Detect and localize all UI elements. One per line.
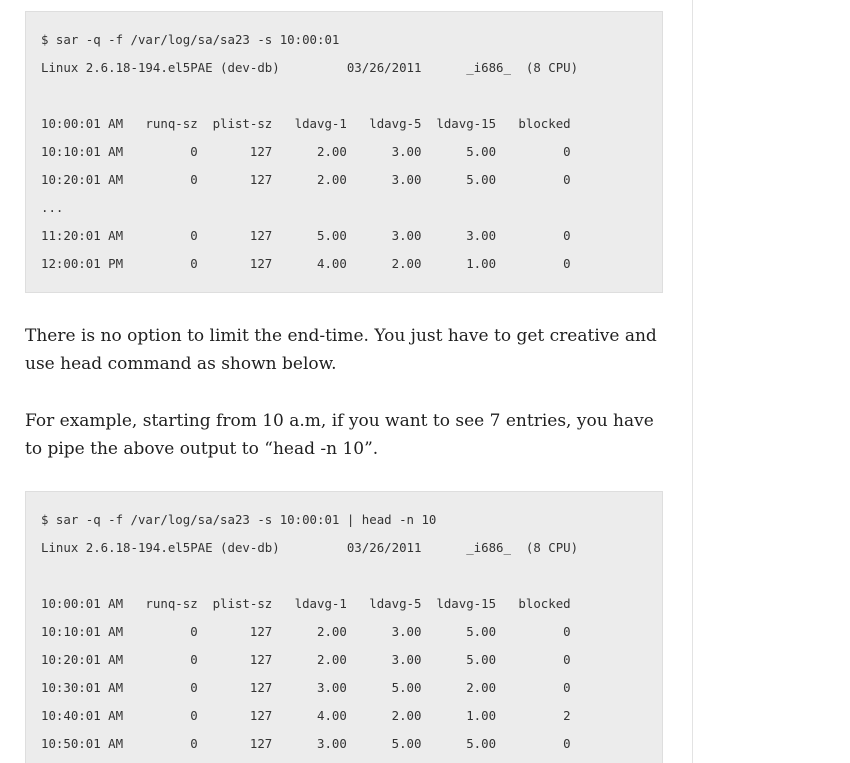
paragraph-end-time-note: There is no option to limit the end-time… (25, 326, 657, 374)
code-line-row: 12:00:01 PM 0 127 4.00 2.00 1.00 0 (41, 256, 571, 271)
paragraph-head-example: For example, starting from 10 a.m, if yo… (25, 411, 654, 459)
article-page: $ sar -q -f /var/log/sa/sa23 -s 10:00:01… (0, 0, 850, 763)
code-line-header: 10:00:01 AM runq-sz plist-sz ldavg-1 lda… (41, 596, 571, 611)
column-divider (692, 0, 693, 763)
code-line-row: 10:10:01 AM 0 127 2.00 3.00 5.00 0 (41, 624, 571, 639)
code-line-row: 10:40:01 AM 0 127 4.00 2.00 1.00 2 (41, 708, 571, 723)
code-line-row: 10:20:01 AM 0 127 2.00 3.00 5.00 0 (41, 172, 571, 187)
code-line-row: 10:20:01 AM 0 127 2.00 3.00 5.00 0 (41, 652, 571, 667)
code-block-sar-output: $ sar -q -f /var/log/sa/sa23 -s 10:00:01… (25, 11, 663, 293)
code-line-system-info: Linux 2.6.18-194.el5PAE (dev-db) 03/26/2… (41, 540, 579, 555)
code-block-sar-head-output: $ sar -q -f /var/log/sa/sa23 -s 10:00:01… (25, 491, 663, 763)
code-line-header: 10:00:01 AM runq-sz plist-sz ldavg-1 lda… (41, 116, 571, 131)
code-line-row: 10:10:01 AM 0 127 2.00 3.00 5.00 0 (41, 144, 571, 159)
code-line-command: $ sar -q -f /var/log/sa/sa23 -s 10:00:01… (41, 512, 437, 527)
code-line-command: $ sar -q -f /var/log/sa/sa23 -s 10:00:01 (41, 32, 340, 47)
code-line-row: 10:30:01 AM 0 127 3.00 5.00 2.00 0 (41, 680, 571, 695)
code-line-row: 10:50:01 AM 0 127 3.00 5.00 5.00 0 (41, 736, 571, 751)
code-line-row: 11:20:01 AM 0 127 5.00 3.00 3.00 0 (41, 228, 571, 243)
code-line-ellipsis: ... (41, 200, 64, 215)
code-line-system-info: Linux 2.6.18-194.el5PAE (dev-db) 03/26/2… (41, 60, 579, 75)
